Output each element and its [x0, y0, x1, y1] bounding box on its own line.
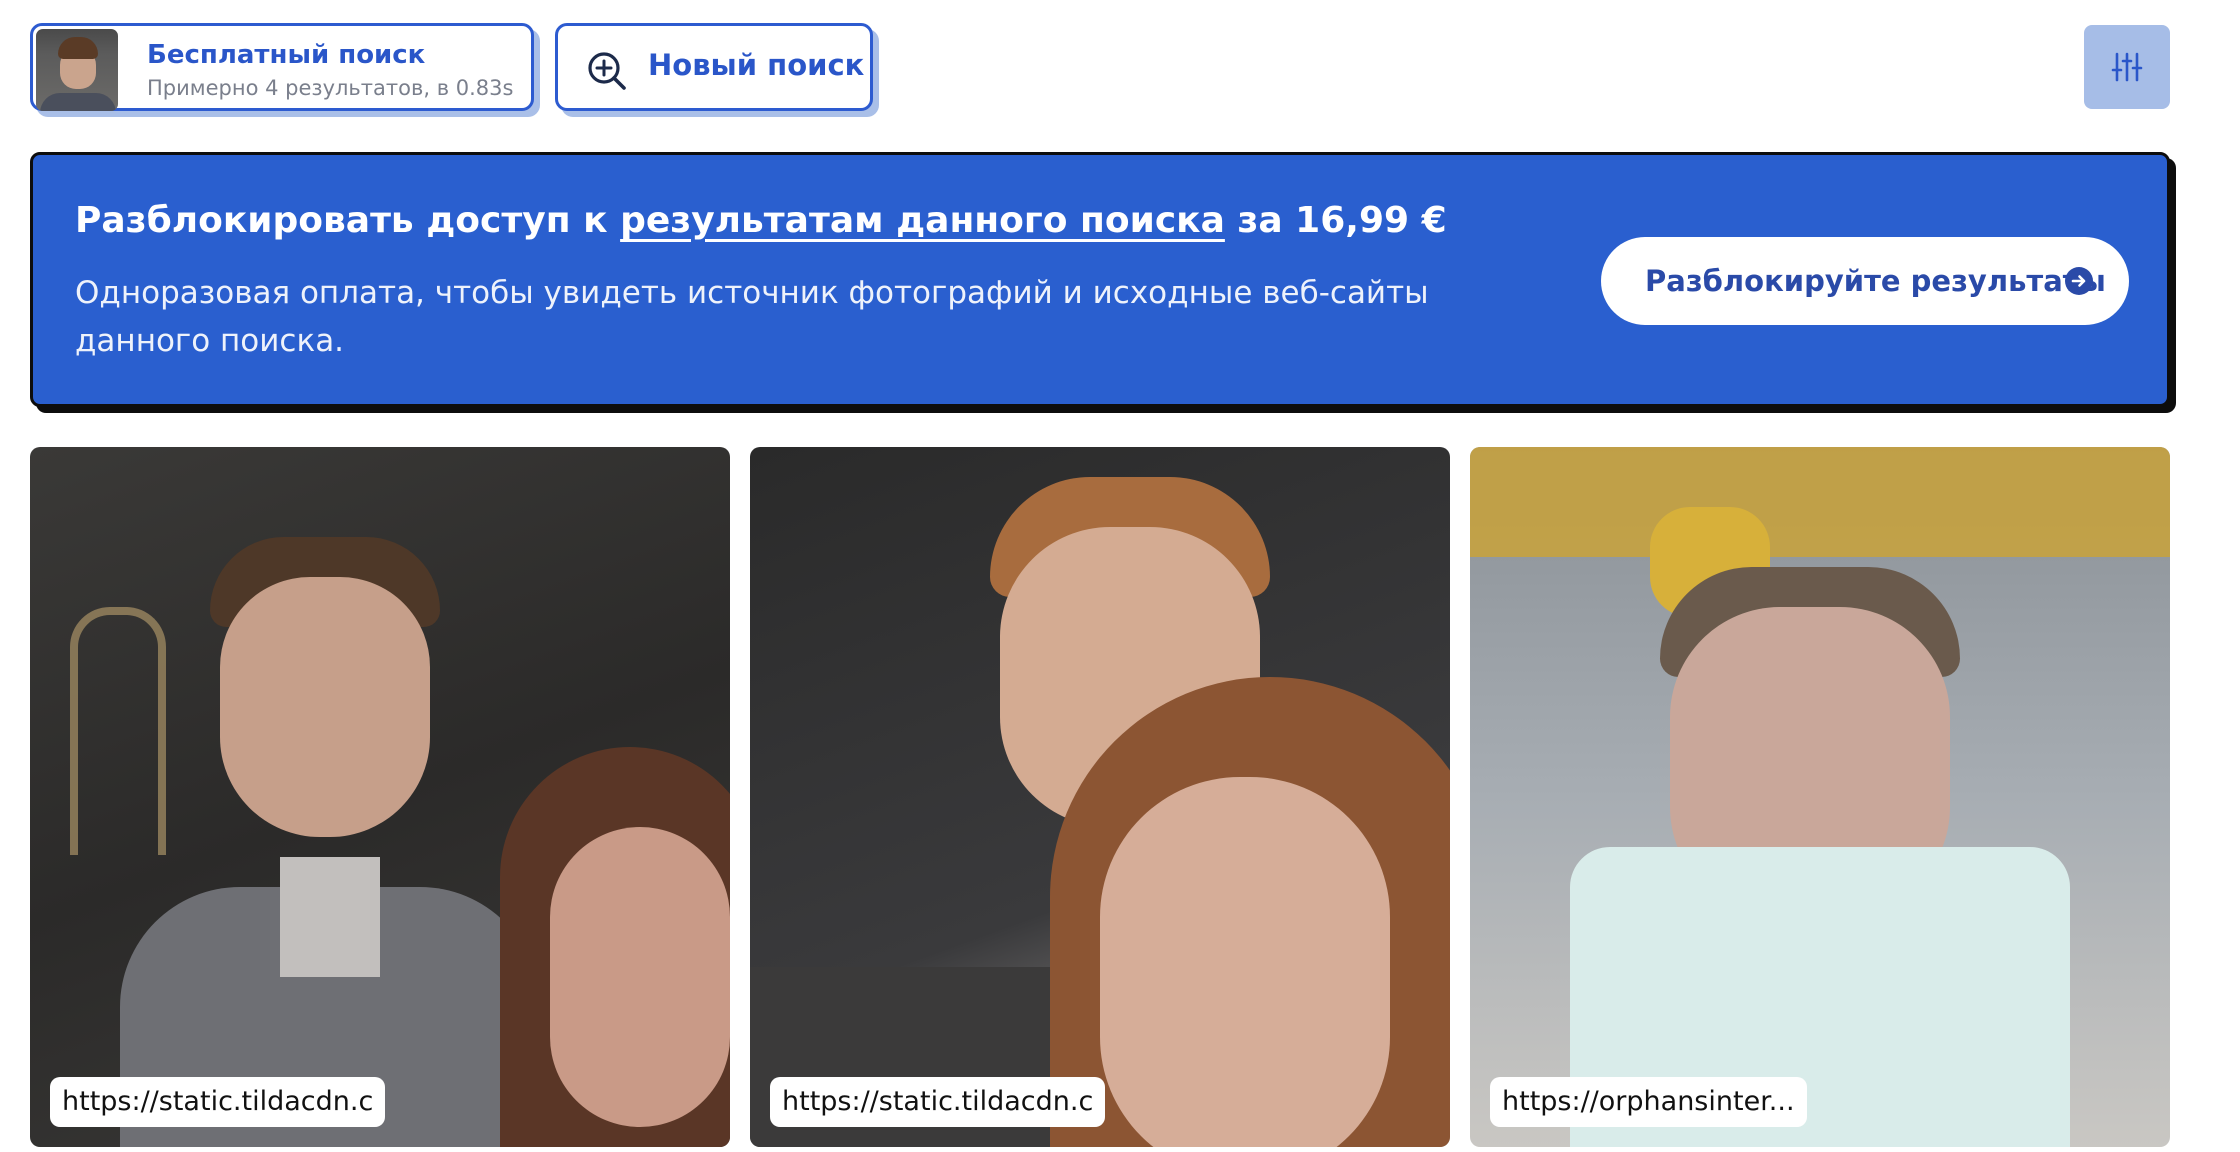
unlock-results-button[interactable]: Разблокируйте результаты — [1601, 237, 2129, 325]
unlock-results-label: Разблокируйте результаты — [1645, 264, 2106, 298]
search-stats: Примерно 4 результатов, в 0.83s — [147, 76, 514, 100]
new-search-button[interactable]: Новый поиск — [555, 23, 873, 111]
unlock-banner: Разблокировать доступ к результатам данн… — [30, 152, 2170, 407]
banner-title: Разблокировать доступ к результатам данн… — [75, 200, 1447, 241]
banner-title-prefix: Разблокировать доступ к — [75, 200, 621, 241]
result-card[interactable]: https://static.tildacdn.c — [30, 447, 730, 1147]
zoom-plus-icon — [588, 52, 626, 90]
result-card[interactable]: https://static.tildacdn.c — [750, 447, 1450, 1147]
banner-description: Одноразовая оплата, чтобы увидеть источн… — [75, 275, 1429, 359]
banner-title-link[interactable]: результатам данного поиска — [620, 200, 1225, 241]
result-source-url[interactable]: https://static.tildacdn.c — [50, 1077, 386, 1127]
result-source-url[interactable]: https://orphansinter... — [1490, 1077, 1807, 1127]
current-search-card[interactable]: Бесплатный поиск Примерно 4 результатов,… — [30, 23, 534, 111]
result-card[interactable]: https://orphansinter... — [1470, 447, 2170, 1147]
search-photo-thumbnail — [36, 29, 118, 111]
banner-title-price: за 16,99 € — [1224, 200, 1447, 241]
new-search-label: Новый поиск — [648, 48, 865, 82]
sliders-icon — [2111, 52, 2143, 82]
filter-button[interactable] — [2084, 25, 2170, 109]
result-source-url[interactable]: https://static.tildacdn.c — [770, 1077, 1106, 1127]
arrow-right-circle-icon — [2065, 267, 2093, 295]
search-title: Бесплатный поиск — [147, 40, 426, 70]
